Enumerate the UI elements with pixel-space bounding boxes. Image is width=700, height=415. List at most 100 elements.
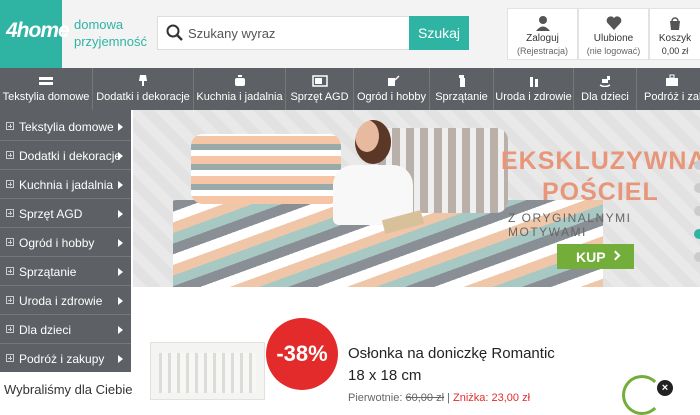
plus-icon: [6, 238, 14, 246]
hero-banner[interactable]: EKSKLUZYWNA POŚCIEL Z ORYGINALNYMI MOTYW…: [133, 110, 700, 287]
category-decor[interactable]: Dodatki i dekoracje: [93, 68, 194, 110]
sidebar-item-cleaning[interactable]: Sprzątanie: [0, 257, 131, 286]
cart-button[interactable]: Koszyk 0,00 zł: [649, 8, 700, 60]
plus-icon: [6, 296, 14, 304]
arrow-right-icon: [118, 326, 123, 334]
favorites-label: Ulubione: [593, 33, 634, 44]
cart-icon: [670, 17, 680, 30]
arrow-right-icon: [118, 268, 123, 276]
sidebar-item-textiles[interactable]: Tekstylia domowe: [0, 112, 131, 141]
arrow-right-icon: [118, 297, 123, 305]
category-label: Dodatki i dekoracje: [96, 91, 190, 103]
sidebar-item-kids[interactable]: Dla dzieci: [0, 315, 131, 344]
plus-icon: [6, 354, 14, 362]
plus-icon: [6, 325, 14, 333]
sidebar-item-label: Kuchnia i jadalnia: [19, 178, 114, 192]
category-beauty[interactable]: Uroda i zdrowie: [494, 68, 574, 110]
product-title[interactable]: Osłonka na doniczkę Romantic: [348, 345, 555, 362]
category-kids[interactable]: Dla dzieci: [574, 68, 637, 110]
search-input[interactable]: [188, 17, 408, 49]
new-price: Zniżka: 23,00 zł: [453, 392, 531, 404]
category-appliances[interactable]: Sprzęt AGD: [286, 68, 354, 110]
category-label: Tekstylia domowe: [2, 91, 90, 103]
sidebar-item-label: Dla dzieci: [19, 323, 72, 337]
tagline: domowa przyjemność: [74, 17, 147, 49]
favorites-button[interactable]: Ulubione (nie logować): [578, 8, 649, 60]
cart-total: 0,00 zł: [661, 46, 689, 56]
arrow-right-icon: [118, 239, 123, 247]
category-cleaning[interactable]: Sprzątanie: [430, 68, 494, 110]
sidebar-item-label: Uroda i zdrowie: [19, 294, 103, 308]
slider-dots: [694, 150, 700, 280]
sidebar-item-travel[interactable]: Podróż i zakupy: [0, 344, 131, 373]
sidebar-item-label: Podróż i zakupy: [19, 352, 105, 366]
textiles-icon: [39, 77, 53, 85]
product-price: Pierwotnie: 60,00 zł | Zniżka: 23,00 zł: [348, 392, 531, 404]
sidebar-item-label: Tekstylia domowe: [19, 120, 114, 134]
sidebar-item-label: Sprzątanie: [19, 265, 77, 279]
banner-title: EKSKLUZYWNA: [501, 147, 700, 175]
category-textiles[interactable]: Tekstylia domowe: [0, 68, 93, 110]
category-label: Ogród i hobby: [356, 91, 427, 103]
suitcase-icon: [666, 74, 678, 86]
category-label: Sprzątanie: [435, 91, 488, 103]
plus-icon: [6, 267, 14, 275]
arrow-right-icon: [118, 355, 123, 363]
pillow-image: [191, 134, 341, 204]
sidebar-item-beauty[interactable]: Uroda i zdrowie: [0, 286, 131, 315]
banner-subtitle: Z ORYGINALNYMI MOTYWAMI: [508, 211, 632, 239]
arrow-right-icon: [118, 152, 123, 160]
product-image[interactable]: [150, 342, 265, 400]
login-button[interactable]: Zaloguj (Rejestracja): [507, 8, 578, 60]
chevron-right-icon: [610, 250, 621, 261]
login-label: Zaloguj: [526, 33, 559, 44]
category-garden[interactable]: Ogród i hobby: [354, 68, 430, 110]
slider-dot[interactable]: [694, 183, 700, 193]
sidebar-item-label: Dodatki i dekoracje: [19, 149, 122, 163]
search-button[interactable]: Szukaj: [409, 16, 469, 50]
arrow-right-icon: [118, 123, 123, 131]
user-icon: [535, 16, 550, 31]
product-size: 18 x 18 cm: [348, 367, 422, 384]
old-price: 60,00 zł: [405, 392, 445, 404]
pot-icon: [234, 75, 245, 86]
buy-button-label: KUP: [576, 249, 606, 265]
header: 4home domowa przyjemność Szukaj Zaloguj …: [0, 0, 700, 68]
search-icon: [166, 24, 183, 41]
buy-button[interactable]: KUP: [557, 244, 634, 269]
sidebar-item-appliances[interactable]: Sprzęt AGD: [0, 199, 131, 228]
rocking-horse-icon: [599, 76, 611, 87]
sidebar-item-decor[interactable]: Dodatki i dekoracje: [0, 141, 131, 170]
slider-dot[interactable]: [694, 160, 700, 170]
category-bar: Tekstylia domowe Dodatki i dekoracje Kuc…: [0, 68, 700, 110]
model-image: [355, 120, 391, 164]
slider-dot-active[interactable]: [694, 229, 700, 239]
cart-label: Koszyk: [658, 33, 692, 44]
lamp-icon: [139, 75, 147, 86]
plus-icon: [6, 180, 14, 188]
slider-dot[interactable]: [694, 252, 700, 262]
category-label: Dla dzieci: [581, 91, 629, 103]
cosmetics-icon: [529, 77, 538, 87]
category-travel[interactable]: Podróż i zakupy: [637, 68, 700, 110]
plus-icon: [6, 209, 14, 217]
logo[interactable]: 4home: [0, 0, 70, 68]
chat-widget-icon[interactable]: [622, 375, 662, 415]
plus-icon: [6, 151, 14, 159]
sidebar-item-label: Ogród i hobby: [19, 236, 95, 250]
banner-title: POŚCIEL: [542, 178, 659, 206]
login-sublabel: (Rejestracja): [516, 46, 568, 56]
favorites-sublabel: (nie logować): [586, 46, 641, 56]
category-label: Podróż i zakupy: [644, 91, 700, 103]
arrow-right-icon: [118, 210, 123, 218]
category-kitchen[interactable]: Kuchnia i jadalnia: [194, 68, 286, 110]
close-icon[interactable]: ×: [657, 380, 673, 396]
plus-icon: [6, 122, 14, 130]
sidebar-item-garden[interactable]: Ogród i hobby: [0, 228, 131, 257]
sidebar-item-kitchen[interactable]: Kuchnia i jadalnia: [0, 170, 131, 199]
microwave-icon: [311, 75, 328, 87]
category-label: Uroda i zdrowie: [495, 91, 572, 103]
slider-dot[interactable]: [694, 206, 700, 216]
discount-badge: -38%: [266, 318, 338, 390]
category-label: Sprzęt AGD: [290, 91, 349, 103]
